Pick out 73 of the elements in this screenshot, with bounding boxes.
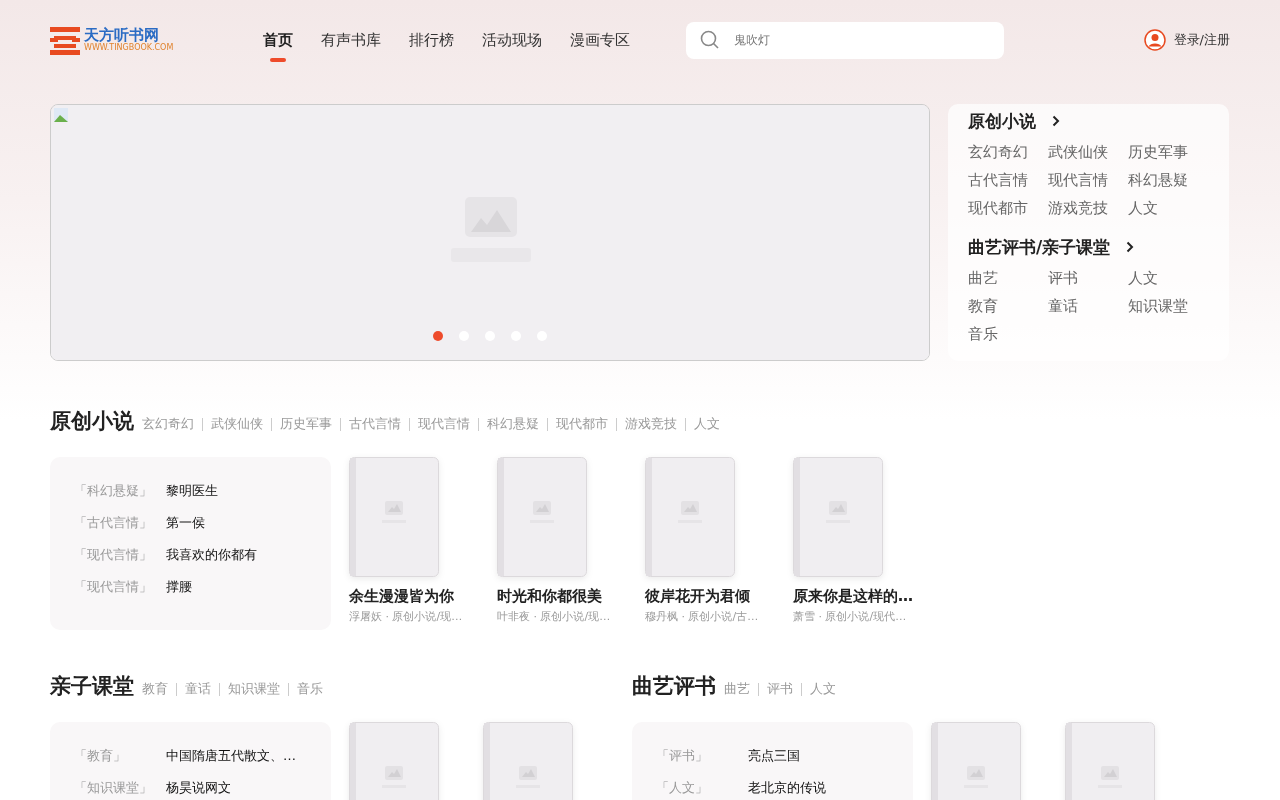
- book-meta: 穆丹枫 · 原创小说/古…: [645, 609, 760, 624]
- category-link[interactable]: 历史军事: [280, 415, 332, 433]
- nav-tab[interactable]: 首页: [263, 0, 293, 80]
- book-title[interactable]: 原来你是这样的…: [793, 587, 923, 605]
- book-link[interactable]: 黎明医生: [166, 481, 218, 501]
- book-meta: 浮屠妖 · 原创小说/现…: [349, 609, 464, 624]
- genre-label: 「教育」: [74, 747, 127, 765]
- search-icon: [700, 29, 720, 50]
- genre-label: 「科幻悬疑」: [74, 482, 153, 500]
- category-link[interactable]: 评书: [767, 680, 793, 698]
- category-link[interactable]: 教育: [968, 296, 1048, 316]
- section-title: 亲子课堂: [50, 673, 134, 700]
- book-link[interactable]: 第一侯: [166, 513, 205, 533]
- category-link[interactable]: 现代都市: [968, 198, 1048, 218]
- nav-tab[interactable]: 活动现场: [482, 0, 542, 80]
- book-title[interactable]: 时光和你都很美: [497, 587, 627, 605]
- category-link[interactable]: 武侠仙侠: [1048, 142, 1128, 162]
- genre-label: 「古代言情」: [74, 514, 153, 532]
- chevron-icon[interactable]: [1052, 115, 1060, 127]
- category-link[interactable]: 人文: [1128, 268, 1208, 288]
- user-icon: [1143, 29, 1166, 51]
- carousel-dot[interactable]: [433, 331, 443, 341]
- category-link[interactable]: 古代言情: [968, 170, 1048, 190]
- category-link[interactable]: 玄幻奇幻: [968, 142, 1048, 162]
- book-meta: 叶非夜 · 原创小说/现…: [497, 609, 612, 624]
- book-meta: 萧雪 · 原创小说/现代…: [793, 609, 908, 624]
- book-link[interactable]: 杨昊说网文: [166, 778, 231, 798]
- book-title[interactable]: 余生漫漫皆为你: [349, 587, 479, 605]
- search-field[interactable]: 鬼吹灯: [686, 21, 1004, 59]
- category-link[interactable]: 现代言情: [418, 415, 470, 433]
- nav-tab[interactable]: 漫画专区: [570, 0, 630, 80]
- book-link[interactable]: 我喜欢的你都有: [166, 545, 257, 565]
- category-link[interactable]: 历史军事: [1128, 142, 1208, 162]
- category-link[interactable]: 游戏竞技: [625, 415, 677, 433]
- nav-tab[interactable]: 有声书库: [321, 0, 381, 80]
- login-button[interactable]: 登录/注册: [1143, 29, 1230, 51]
- nav-tab[interactable]: 排行榜: [409, 0, 454, 80]
- group-title[interactable]: 原创小说: [968, 109, 1036, 133]
- category-link[interactable]: 童话: [185, 680, 211, 698]
- category-link[interactable]: 音乐: [297, 680, 323, 698]
- genre-label: 「人文」: [656, 779, 709, 797]
- category-link[interactable]: 童话: [1048, 296, 1128, 316]
- category-link[interactable]: 现代都市: [556, 415, 608, 433]
- category-link[interactable]: 音乐: [968, 324, 1048, 344]
- category-link[interactable]: 人文: [1128, 198, 1208, 218]
- category-link[interactable]: 知识课堂: [228, 680, 280, 698]
- category-link[interactable]: 教育: [142, 680, 168, 698]
- book-title[interactable]: 彼岸花开为君倾: [645, 587, 775, 605]
- section-title: 曲艺评书: [632, 673, 716, 700]
- category-link[interactable]: 科幻悬疑: [487, 415, 539, 433]
- category-link[interactable]: 古代言情: [349, 415, 401, 433]
- category-link[interactable]: 曲艺: [968, 268, 1048, 288]
- category-link[interactable]: 武侠仙侠: [211, 415, 263, 433]
- genre-label: 「知识课堂」: [74, 779, 153, 797]
- logo-icon: [50, 25, 80, 55]
- book-link[interactable]: 亮点三国: [748, 746, 800, 766]
- category-link[interactable]: 游戏竞技: [1048, 198, 1128, 218]
- category-link[interactable]: 现代言情: [1048, 170, 1128, 190]
- chevron-icon[interactable]: [1126, 241, 1135, 253]
- group-title[interactable]: 曲艺评书/亲子课堂: [968, 235, 1111, 259]
- book-link[interactable]: 撑腰: [166, 577, 192, 597]
- book-link[interactable]: 老北京的传说: [748, 778, 826, 798]
- logo-url: WWW.TINGBOOK.COM: [84, 43, 174, 53]
- book-link[interactable]: 中国隋唐五代散文、…: [166, 746, 296, 766]
- genre-label: 「现代言情」: [74, 546, 153, 564]
- category-link[interactable]: 曲艺: [724, 680, 750, 698]
- genre-label: 「评书」: [656, 747, 709, 765]
- category-link[interactable]: 知识课堂: [1128, 296, 1208, 316]
- section-title: 原创小说: [50, 408, 134, 435]
- logo-text: 天方听书网: [84, 27, 160, 43]
- category-link[interactable]: 科幻悬疑: [1128, 170, 1208, 190]
- category-link[interactable]: 评书: [1048, 268, 1128, 288]
- genre-label: 「现代言情」: [74, 578, 153, 596]
